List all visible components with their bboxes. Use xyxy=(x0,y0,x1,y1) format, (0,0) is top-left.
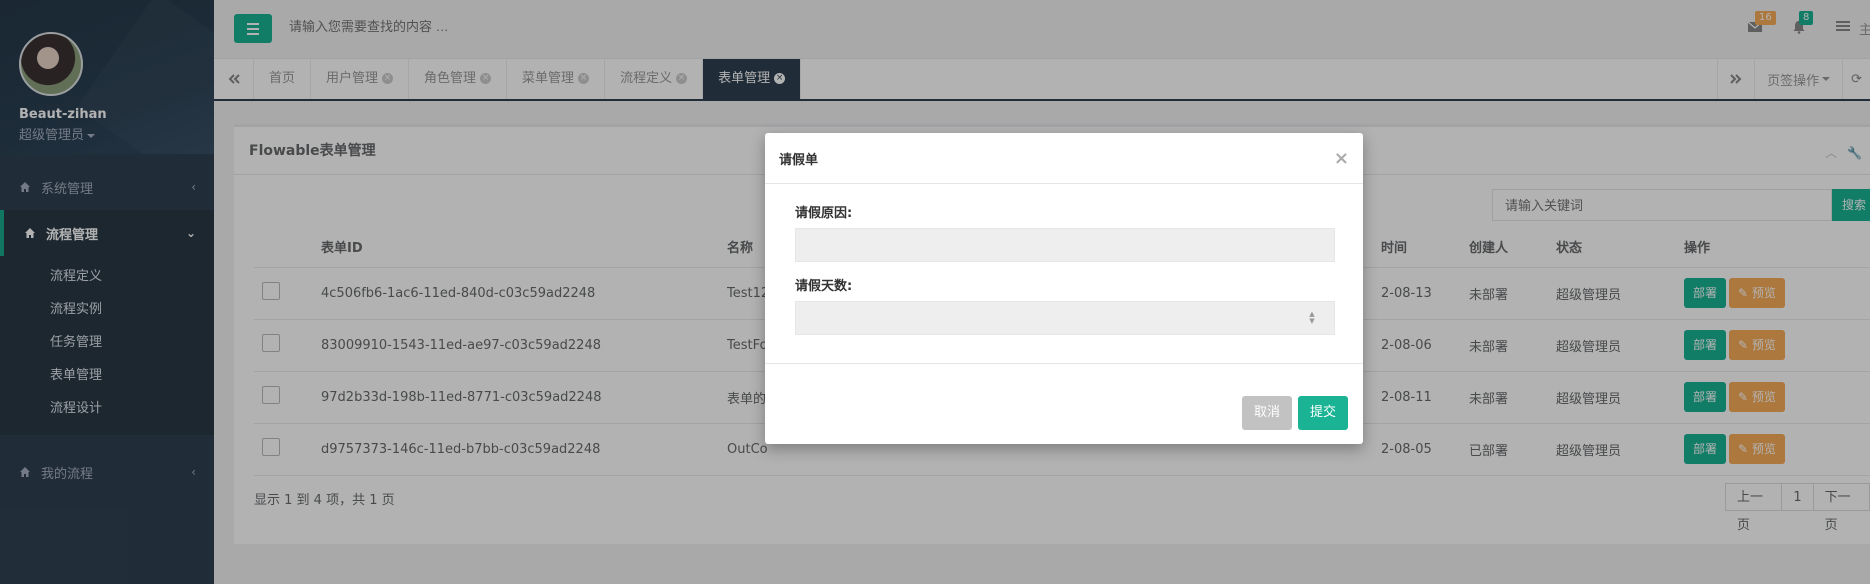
leave-form-modal: 请假单 × 请假原因: 请假天数: ▲ ▼ 取消 提交 xyxy=(765,133,1363,444)
leave-reason-label: 请假原因: xyxy=(795,206,853,221)
cancel-button[interactable]: 取消 xyxy=(1241,396,1292,430)
spinner-arrows-icon[interactable]: ▲ ▼ xyxy=(1308,311,1316,325)
modal-title: 请假单 xyxy=(779,152,819,168)
close-icon[interactable]: × xyxy=(1334,148,1349,169)
modal-header: 请假单 × xyxy=(765,133,1363,184)
modal-footer: 取消 提交 xyxy=(1241,396,1348,430)
leave-reason-input[interactable] xyxy=(795,228,1335,262)
leave-days-label: 请假天数: xyxy=(795,279,853,294)
submit-button[interactable]: 提交 xyxy=(1297,396,1348,430)
modal-body: 请假原因: 请假天数: ▲ ▼ xyxy=(765,184,1363,364)
leave-days-stepper[interactable]: ▲ ▼ xyxy=(795,301,1335,335)
